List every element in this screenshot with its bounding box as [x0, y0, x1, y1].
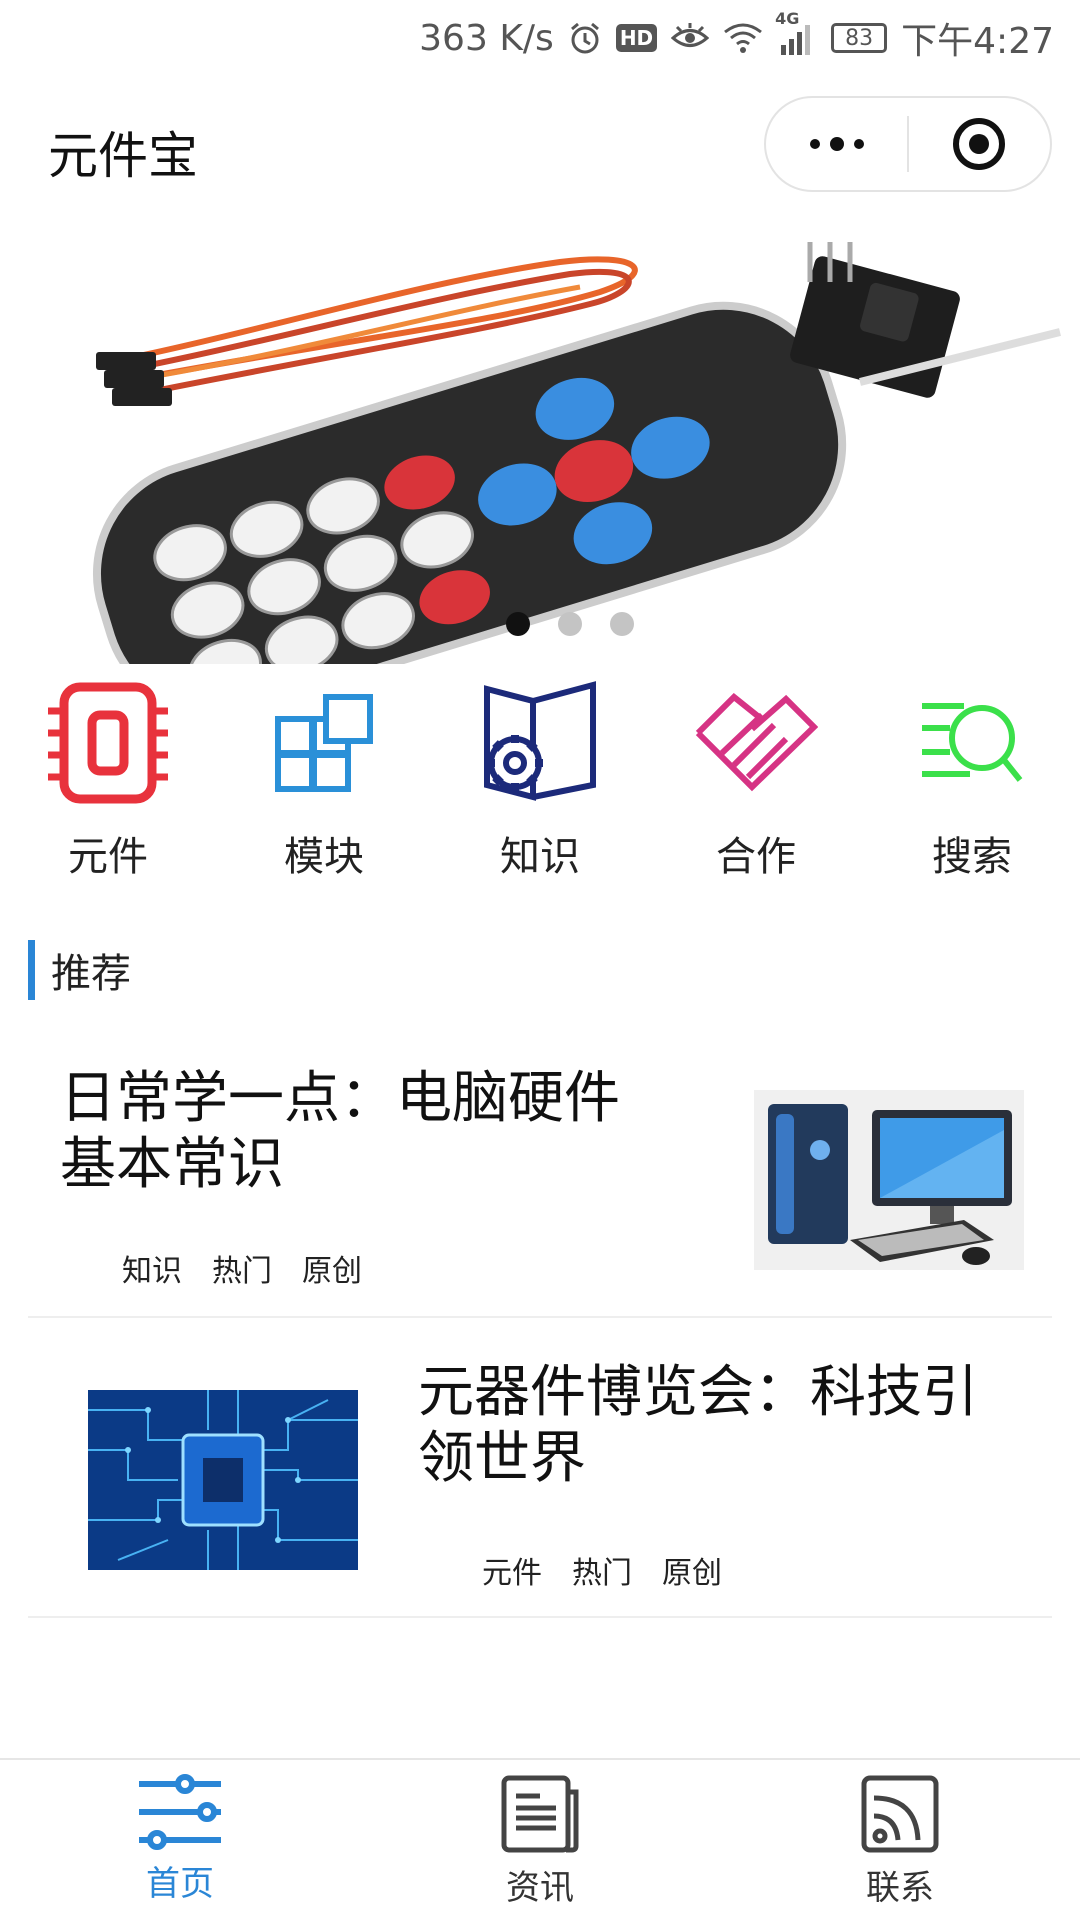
carousel-dot-1[interactable] [506, 612, 530, 636]
tab-label: 联系 [866, 1868, 934, 1908]
wifi-icon [723, 22, 763, 54]
circuit-board-image [88, 1390, 358, 1570]
article-tag: 热门 [212, 1254, 272, 1289]
page-title: 元件宝 [48, 127, 198, 185]
article-tag: 热门 [572, 1556, 632, 1591]
handshake-icon [694, 680, 818, 806]
banner-carousel[interactable] [0, 212, 1080, 664]
target-close-icon [953, 118, 1006, 170]
hd-icon: HD [615, 24, 658, 52]
category-knowledge[interactable]: 知识 [432, 680, 648, 890]
article-tag: 原创 [302, 1254, 362, 1289]
carousel-dot-3[interactable] [610, 612, 634, 636]
desktop-computer-image [754, 1090, 1024, 1270]
category-cooperation[interactable]: 合作 [648, 680, 864, 890]
bottom-tab-bar: 首页 资讯 联系 [0, 1758, 1080, 1920]
battery-level: 83 [845, 25, 874, 51]
article-title: 元器件博览会：科技引领世界 [418, 1360, 978, 1491]
tab-news[interactable]: 资讯 [360, 1760, 720, 1920]
section-header: 推荐 [28, 940, 131, 1000]
category-label: 知识 [500, 834, 580, 880]
hd-label: HD [619, 26, 654, 50]
tab-label: 资讯 [506, 1868, 574, 1908]
book-gear-icon [481, 680, 599, 806]
carousel-indicator [0, 612, 1080, 636]
rss-icon [861, 1775, 939, 1853]
section-title: 推荐 [51, 951, 131, 997]
article-card[interactable]: 日常学一点：电脑硬件基本常识 知识 热门 原创 [28, 1030, 1052, 1318]
category-label: 元件 [68, 834, 148, 880]
module-grid-icon [274, 680, 374, 806]
category-component[interactable]: 元件 [0, 680, 216, 890]
ir-remote-image [92, 242, 1061, 664]
status-bar: 363 K/s HD 4G 83 下午4:27 [0, 0, 1080, 76]
tab-contact[interactable]: 联系 [720, 1760, 1080, 1920]
search-icon [920, 680, 1024, 806]
article-tag: 原创 [662, 1556, 722, 1591]
section-accent-bar [28, 940, 35, 1000]
article-tags: 元件 热门 原创 [482, 1548, 722, 1592]
category-label: 模块 [284, 834, 364, 880]
more-dots-icon [809, 137, 864, 151]
network-speed: 363 K/s [419, 17, 554, 59]
battery-icon: 83 [831, 23, 888, 53]
category-nav: 元件 模块 知识 合作 搜索 [0, 680, 1080, 890]
more-button[interactable] [766, 98, 907, 190]
chip-icon [46, 680, 170, 806]
close-button[interactable] [909, 98, 1050, 190]
article-tag: 知识 [122, 1254, 182, 1289]
category-search[interactable]: 搜索 [864, 680, 1080, 890]
clock: 下午4:27 [901, 21, 1054, 62]
tab-home[interactable]: 首页 [0, 1760, 360, 1920]
article-title: 日常学一点：电脑硬件基本常识 [60, 1066, 620, 1197]
signal-icon: 4G [775, 9, 817, 55]
mini-program-capsule [764, 96, 1052, 192]
article-tags: 知识 热门 原创 [122, 1246, 362, 1290]
article-card[interactable]: 元器件博览会：科技引领世界 元件 热门 原创 [28, 1318, 1052, 1618]
article-tag: 元件 [482, 1556, 542, 1591]
eye-icon [671, 23, 710, 53]
category-module[interactable]: 模块 [216, 680, 432, 890]
carousel-dot-2[interactable] [558, 612, 582, 636]
page: 363 K/s HD 4G 83 下午4:27 元件宝 元件 模块 知识 合作 … [0, 0, 1080, 1920]
category-label: 搜索 [932, 834, 1012, 880]
alarm-icon [568, 21, 602, 55]
sliders-icon [139, 1774, 221, 1850]
category-label: 合作 [716, 834, 796, 880]
network-type: 4G [775, 9, 800, 28]
tab-label: 首页 [146, 1864, 214, 1904]
title-bar: 元件宝 [0, 76, 1080, 212]
news-icon [501, 1775, 579, 1853]
